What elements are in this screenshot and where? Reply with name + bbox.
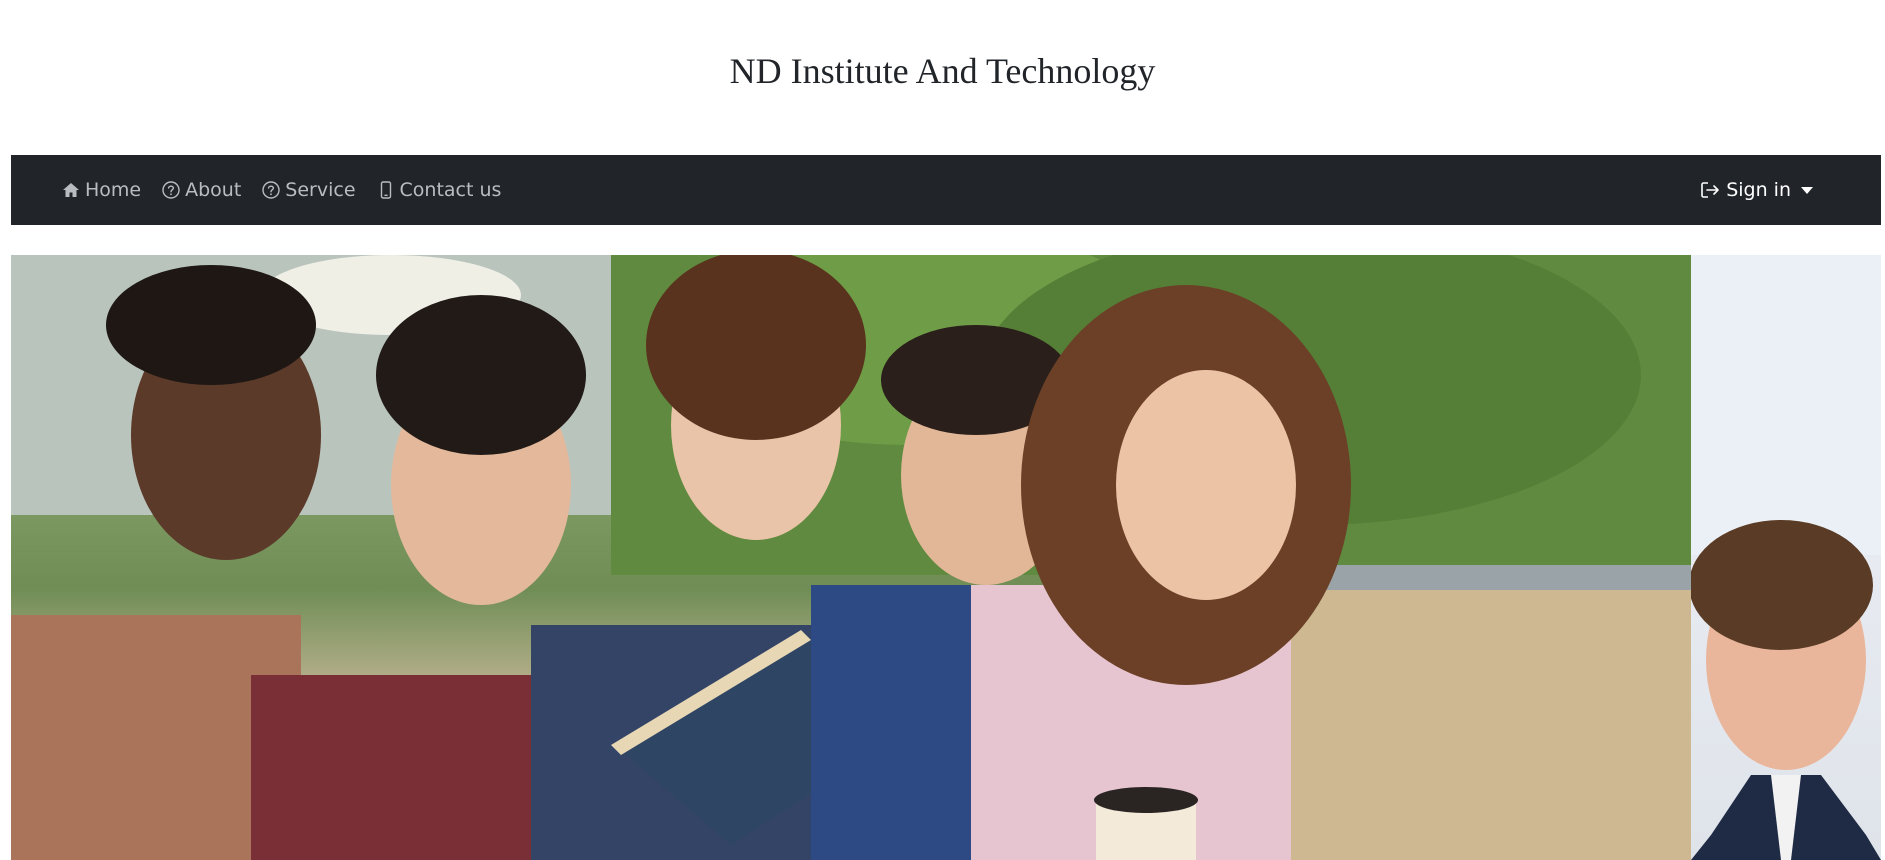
question-circle-icon: [261, 180, 281, 200]
nav-link-service-label: Service: [285, 179, 356, 201]
nav-link-about[interactable]: About: [161, 179, 241, 201]
nav-links: Home About Service Contact us: [61, 155, 521, 225]
home-icon: [61, 180, 81, 200]
site-header: ND Institute And Technology: [0, 0, 1885, 155]
carousel-slide-students: [11, 255, 1691, 860]
carousel-slide-man: [1691, 255, 1881, 860]
man-photo: [1691, 255, 1881, 860]
caret-down-icon: [1801, 186, 1813, 194]
nav-link-service[interactable]: Service: [261, 179, 356, 201]
nav-link-contact[interactable]: Contact us: [376, 179, 502, 201]
nav-link-home-label: Home: [85, 179, 142, 201]
site-title: ND Institute And Technology: [729, 51, 1156, 91]
nav-link-home[interactable]: Home: [61, 179, 141, 201]
signin-label: Sign in: [1726, 179, 1791, 201]
students-photo: [11, 255, 1691, 860]
sign-in-icon: [1700, 180, 1722, 200]
nav-link-contact-label: Contact us: [399, 179, 502, 201]
phone-icon: [376, 180, 396, 200]
nav-link-about-label: About: [185, 179, 242, 201]
question-circle-icon: [161, 180, 181, 200]
image-carousel[interactable]: [11, 255, 1881, 860]
signin-dropdown-toggle[interactable]: Sign in: [1700, 155, 1813, 225]
main-navbar: Home About Service Contact us Sign in: [11, 155, 1881, 225]
